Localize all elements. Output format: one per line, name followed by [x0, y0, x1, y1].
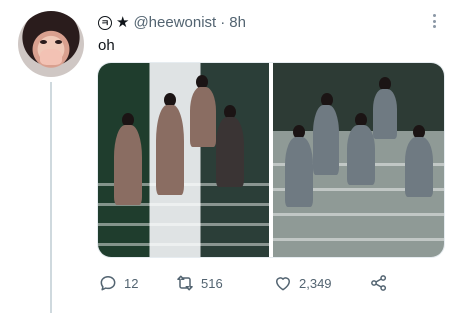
author-handle[interactable]: @heewonist [133, 14, 216, 32]
author-badge: ㅋ [98, 16, 112, 30]
retweet-icon [177, 275, 193, 291]
share-icon [371, 275, 387, 291]
photo-boys-on-stairs[interactable] [273, 63, 444, 257]
reply-count: 12 [124, 275, 139, 291]
tweet-text: oh [98, 37, 115, 54]
photo-girls-on-stairs[interactable] [98, 63, 269, 257]
star-icon: ★ [116, 14, 130, 31]
like-count: 2,349 [299, 275, 332, 291]
avatar-hand [40, 49, 62, 65]
share-button[interactable] [369, 273, 389, 293]
avatar-eye [40, 40, 47, 44]
author-avatar[interactable] [18, 11, 84, 77]
thread-line [50, 82, 52, 313]
like-icon [276, 277, 290, 291]
tweet-header: ㅋ ★ @heewonist · 8h [98, 14, 246, 32]
retweet-button[interactable]: 516 [175, 273, 273, 293]
reply-icon [100, 276, 116, 291]
reply-button[interactable]: 12 [98, 273, 175, 293]
tweet-timestamp[interactable]: 8h [229, 14, 246, 32]
like-button[interactable]: 2,349 [273, 273, 369, 293]
tweet-media[interactable] [97, 62, 445, 258]
tweet-actions: 12 516 2,349 [98, 272, 398, 294]
separator-dot: · [220, 14, 226, 31]
more-options-icon[interactable] [430, 12, 438, 30]
avatar-eye [55, 40, 62, 44]
retweet-count: 516 [201, 275, 223, 291]
